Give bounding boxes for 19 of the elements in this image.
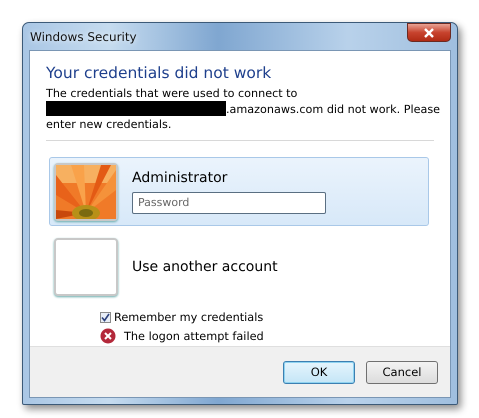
password-field[interactable]: Password [132,192,326,214]
ok-button[interactable]: OK [283,360,355,384]
user-avatar [54,162,118,220]
cancel-button[interactable]: Cancel [366,360,438,384]
checkbox-label: Remember my credentials [114,311,264,324]
error-icon [100,328,116,344]
account-tile[interactable]: Use another account [49,232,429,301]
close-button[interactable] [407,23,451,42]
status-text: The logon attempt failed [124,330,264,342]
account-name: Use another account [132,258,278,274]
dialog-heading: Your credentials did not work [46,64,272,82]
remember-checkbox[interactable] [100,312,111,323]
check-icon [101,313,110,322]
account-name: Administrator [132,170,228,186]
close-icon [423,28,435,38]
window-title: Windows Security [29,30,137,44]
error-message: The credentials that were used to connect to .amazonaws.com did not work. Please enter new credentials. [46,86,441,132]
blank-avatar [54,238,118,296]
account-tile[interactable]: Administrator Password [49,157,429,226]
